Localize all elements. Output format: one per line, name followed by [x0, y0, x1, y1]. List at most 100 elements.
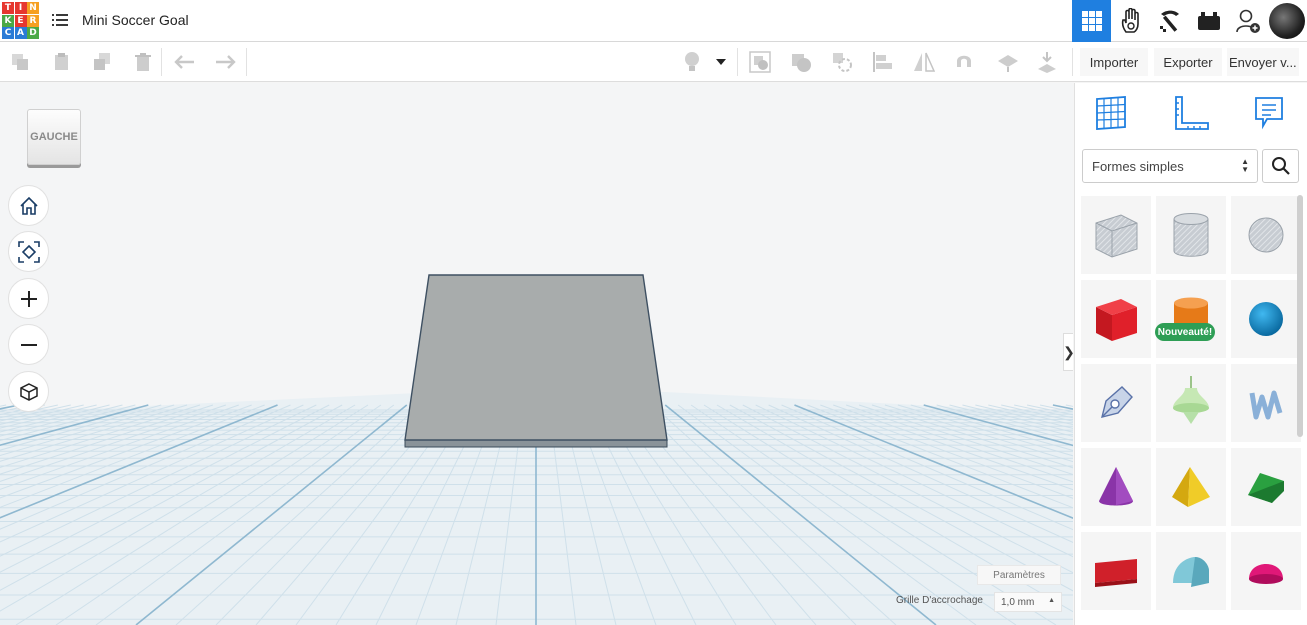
sim-lab-button[interactable] [1189, 0, 1228, 42]
duplicate-button[interactable] [90, 50, 114, 74]
cone-icon [1099, 467, 1133, 506]
dome-icon [1249, 564, 1283, 584]
top-bar: T I N K E R C A D Mini Soccer Goal [0, 0, 1307, 42]
shape-pyramid[interactable] [1156, 448, 1226, 526]
panel-scrollbar[interactable] [1297, 195, 1303, 437]
redo-icon [216, 55, 236, 69]
notes-tool-button[interactable] [1249, 93, 1289, 133]
logo-letter: K [2, 14, 14, 27]
shape-sphere[interactable] [1231, 280, 1301, 358]
delete-button[interactable] [131, 50, 155, 74]
logo-letter: T [2, 2, 14, 14]
spinning-top-icon [1173, 376, 1209, 424]
workspace-canvas[interactable]: GAUCHE ❯ Paramètres Grille D'accrochage … [0, 83, 1073, 625]
grid-icon [1081, 11, 1102, 31]
group-button[interactable] [748, 50, 772, 74]
caret-down-icon [716, 59, 726, 65]
zoom-in-button[interactable] [8, 278, 49, 319]
zoom-out-button[interactable] [8, 324, 49, 365]
undo-icon [174, 55, 194, 69]
caret-up-icon: ▲ [1048, 597, 1055, 604]
shape-generator[interactable] [1231, 364, 1301, 442]
search-icon [1271, 157, 1290, 175]
shape-half-cylinder[interactable] [1156, 532, 1226, 610]
logo-letter: E [14, 14, 27, 27]
import-button[interactable]: Importer [1080, 48, 1148, 76]
logo-letter: A [14, 27, 27, 39]
shape-scribble[interactable] [1081, 364, 1151, 442]
copy-button[interactable] [8, 50, 32, 74]
shape-cylinder-hole[interactable] [1156, 196, 1226, 274]
home-view-button[interactable] [8, 185, 49, 226]
logo-letter: N [27, 2, 39, 14]
redo-button[interactable] [213, 50, 237, 74]
perspective-button[interactable] [8, 371, 49, 412]
align-button[interactable] [871, 50, 895, 74]
shape-spinner[interactable] [1156, 364, 1226, 442]
workplane-grid [0, 274, 1073, 625]
logo-letter: I [14, 2, 27, 14]
panel-collapse-button[interactable]: ❯ [1063, 333, 1073, 371]
half-cylinder-icon [1173, 557, 1209, 587]
shape-sphere-hole[interactable] [1231, 196, 1301, 274]
shape-roof[interactable] [1231, 448, 1301, 526]
trash-icon [135, 53, 151, 71]
shape-paraboloid[interactable] [1231, 532, 1301, 610]
briefcase-icon [1197, 12, 1220, 30]
home-icon [19, 196, 38, 215]
ruler-tool-button[interactable] [1172, 93, 1212, 133]
logo-letter: R [27, 14, 39, 27]
magnet-icon [957, 55, 971, 67]
settings-button[interactable]: Paramètres [977, 565, 1061, 585]
shape-category-select[interactable]: Formes simples ▲ ▼ [1082, 149, 1258, 183]
hole-button[interactable] [830, 50, 854, 74]
solid-button[interactable] [789, 50, 813, 74]
tinkercad-logo[interactable]: T I N K E R C A D [2, 2, 39, 39]
project-title[interactable]: Mini Soccer Goal [82, 12, 189, 28]
codeblocks-button[interactable] [1111, 0, 1150, 42]
invite-user-button[interactable] [1228, 0, 1267, 42]
fit-view-button[interactable] [8, 231, 49, 272]
shape-search-button[interactable] [1262, 149, 1299, 183]
hand-icon [1121, 8, 1139, 33]
user-avatar[interactable] [1269, 3, 1305, 39]
logo-letter: C [2, 27, 14, 39]
shape-category-value: Formes simples [1092, 158, 1184, 174]
3d-view-button[interactable] [1072, 0, 1111, 42]
plus-icon [20, 290, 37, 307]
fit-icon [17, 240, 40, 263]
view-cube[interactable]: GAUCHE [27, 109, 81, 165]
shape-cone[interactable] [1081, 448, 1151, 526]
ruler-icon [1175, 96, 1209, 130]
shape-box-hole[interactable] [1081, 196, 1151, 274]
send-to-button[interactable]: Envoyer v... [1227, 48, 1299, 76]
box-icon [1096, 299, 1137, 341]
pickaxe-icon [1159, 10, 1179, 32]
bricks-button[interactable] [1150, 0, 1189, 42]
cylinder-hole-icon [1173, 213, 1209, 257]
design-list-icon[interactable] [52, 13, 68, 27]
workplane-grid-icon [1096, 96, 1126, 130]
group-icon [749, 51, 771, 73]
snap-grid-select[interactable]: 1,0 mm ▲ [994, 592, 1062, 612]
solid-icon [792, 54, 811, 72]
note-icon [1255, 97, 1283, 130]
sphere-hole-icon [1248, 217, 1284, 253]
paste-button[interactable] [50, 50, 74, 74]
shape-cylinder[interactable] [1156, 280, 1226, 358]
export-button[interactable]: Exporter [1154, 48, 1222, 76]
undo-button[interactable] [173, 50, 197, 74]
cruise-button[interactable] [952, 50, 976, 74]
workplane-button[interactable] [996, 50, 1020, 74]
shape-box[interactable] [1081, 280, 1151, 358]
workplane-tool-button[interactable] [1091, 93, 1131, 133]
squiggle-icon [1249, 390, 1283, 420]
edit-toolbar: Importer Exporter Envoyer v... [0, 42, 1307, 82]
mirror-button[interactable] [912, 50, 936, 74]
shape-text[interactable] [1081, 532, 1151, 610]
notes-dropdown[interactable] [714, 50, 728, 74]
notes-button[interactable] [680, 50, 704, 74]
pen-nib-icon [1101, 386, 1133, 418]
soccer-goal-board [404, 274, 668, 441]
drop-button[interactable] [1035, 50, 1059, 74]
